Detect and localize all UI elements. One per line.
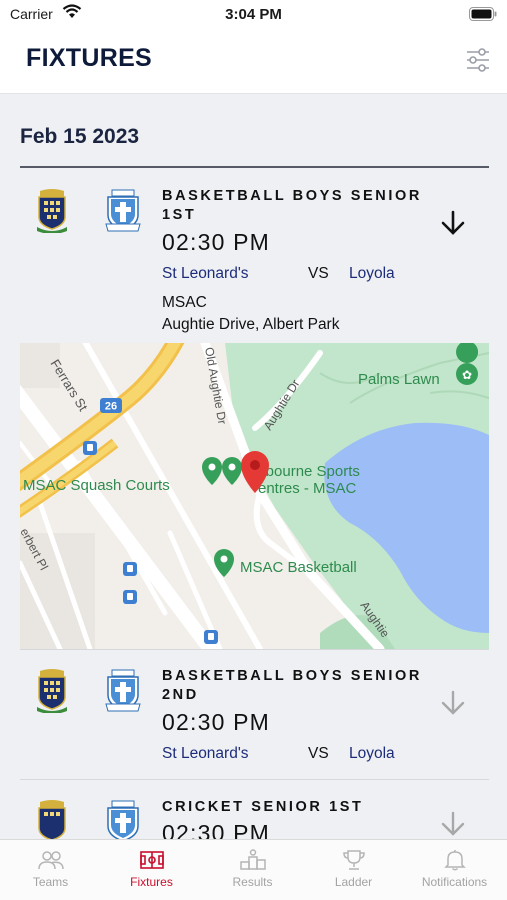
- tab-label: Notifications: [421, 875, 488, 889]
- tab-label: Results: [232, 875, 273, 889]
- poi-msac-line1: elbourne Sports: [254, 463, 360, 480]
- venue-name: MSAC: [162, 294, 207, 311]
- tram-stop-icon: [123, 562, 137, 576]
- fixture-time: 02:30 PM: [162, 820, 271, 839]
- home-team-link[interactable]: St Leonard's: [162, 265, 249, 283]
- fixture-divider: [20, 779, 489, 780]
- results-icon: [239, 849, 266, 870]
- st-leonards-crest-icon: [38, 800, 66, 839]
- venue-address: Aughtie Drive, Albert Park: [162, 316, 340, 333]
- fixtures-icon: [139, 851, 164, 869]
- fixtures-list[interactable]: Feb 15 2023 BASKETBALL BOYS SENIOR 1ST 0…: [0, 95, 507, 839]
- tab-label: Fixtures: [130, 875, 173, 889]
- arrow-down-icon[interactable]: [439, 810, 467, 838]
- arrow-down-icon[interactable]: [439, 689, 467, 717]
- fixture-card[interactable]: CRICKET SENIOR 1ST 02:30 PM: [20, 798, 489, 839]
- fixture-card[interactable]: BASKETBALL BOYS SENIOR 2ND 02:30 PM St L…: [20, 667, 489, 767]
- tab-fixtures[interactable]: Fixtures: [101, 840, 202, 900]
- tab-label: Ladder: [334, 875, 373, 889]
- fixture-divider: [20, 649, 489, 650]
- tab-teams[interactable]: Teams: [0, 840, 101, 900]
- tab-label: Teams: [32, 875, 69, 889]
- fixture-card[interactable]: BASKETBALL BOYS SENIOR 1ST 02:30 PM St L…: [20, 187, 489, 333]
- home-team-link[interactable]: St Leonard's: [162, 745, 249, 763]
- away-team-link[interactable]: Loyola: [349, 265, 395, 283]
- route-number: 26: [105, 401, 117, 413]
- fixture-name: BASKETBALL BOYS SENIOR 2ND: [162, 668, 422, 703]
- filter-sliders-icon[interactable]: [465, 46, 491, 74]
- away-team-link[interactable]: Loyola: [349, 745, 395, 763]
- tab-ladder[interactable]: Ladder: [303, 840, 404, 900]
- status-bar: Carrier 3:04 PM: [0, 0, 507, 30]
- vs-label: VS: [308, 265, 329, 282]
- tram-stop-icon: [83, 441, 97, 455]
- tab-bar: Teams Fixtures Results Ladder Notificati…: [0, 839, 507, 900]
- poi-squash-courts: MSAC Squash Courts: [23, 477, 170, 494]
- svg-text:✿: ✿: [462, 368, 472, 382]
- battery-icon: [469, 7, 497, 21]
- tram-stop-icon: [123, 590, 137, 604]
- loyola-crest-icon: [105, 189, 141, 232]
- venue-info: MSAC Aughtie Drive, Albert Park: [162, 292, 339, 336]
- date-divider: [20, 166, 489, 168]
- ladder-icon: [342, 850, 365, 870]
- st-leonards-crest-icon: [37, 669, 67, 713]
- venue-map[interactable]: 26 Ferrars St Old Aughtie Dr Aughtie Dr …: [20, 343, 489, 649]
- fixture-name: CRICKET SENIOR 1ST: [162, 799, 364, 815]
- fixture-time: 02:30 PM: [162, 229, 271, 255]
- vs-label: VS: [308, 745, 329, 762]
- bell-icon: [443, 850, 466, 871]
- loyola-crest-icon: [105, 669, 141, 712]
- status-time: 3:04 PM: [225, 6, 282, 23]
- poi-msac-basketball: MSAC Basketball: [240, 559, 357, 576]
- tab-results[interactable]: Results: [202, 840, 303, 900]
- st-leonards-crest-icon: [37, 189, 67, 233]
- date-heading: Feb 15 2023: [20, 125, 140, 148]
- teams-icon: [37, 851, 64, 870]
- tram-stop-icon: [204, 630, 218, 644]
- arrow-down-icon[interactable]: [439, 209, 467, 237]
- poi-palms-lawn: Palms Lawn: [358, 371, 440, 388]
- tab-notifications[interactable]: Notifications: [404, 840, 505, 900]
- app-header: FIXTURES: [0, 30, 507, 94]
- fixture-time: 02:30 PM: [162, 709, 271, 735]
- page-title: FIXTURES: [26, 44, 153, 72]
- fixture-name: BASKETBALL BOYS SENIOR 1ST: [162, 188, 422, 223]
- loyola-crest-icon: [107, 800, 139, 839]
- poi-msac-line2: entres - MSAC: [258, 480, 357, 497]
